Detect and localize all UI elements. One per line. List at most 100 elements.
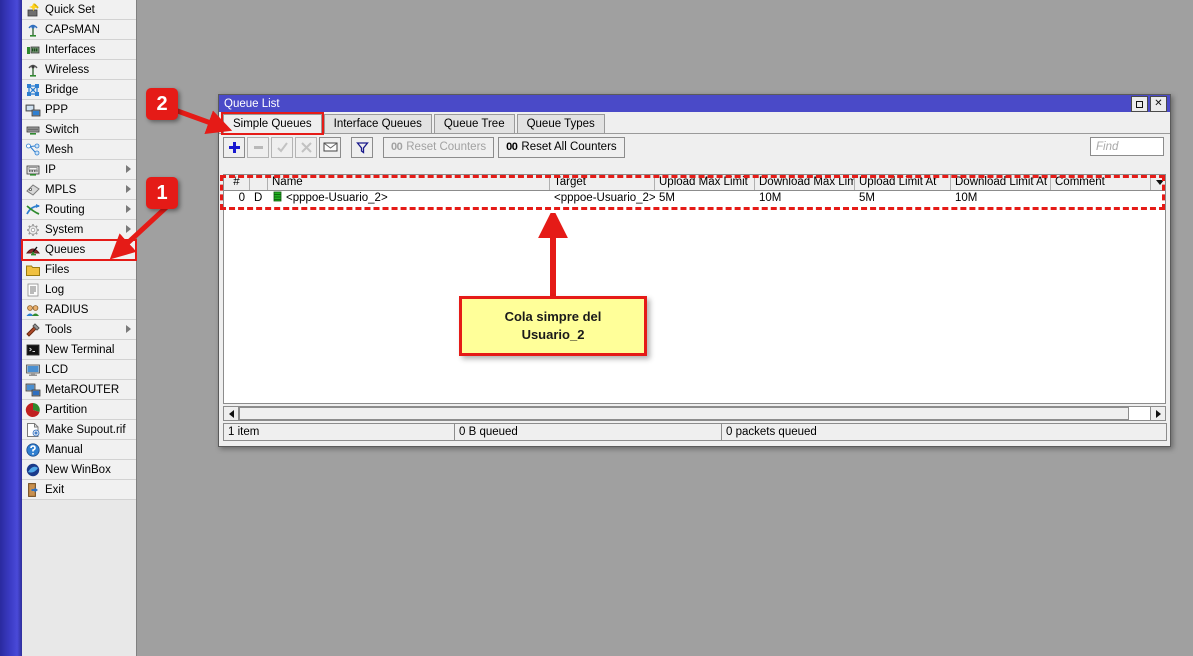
status-bar: 1 item 0 B queued 0 packets queued <box>223 423 1166 441</box>
metarouter-icon <box>25 382 41 398</box>
maximize-button[interactable] <box>1131 96 1148 112</box>
scrollbar-thumb[interactable] <box>239 407 1129 420</box>
tools-icon <box>25 322 41 338</box>
cell-upload-limit-at: 5M <box>855 191 951 206</box>
queues-icon <box>25 242 41 258</box>
sidebar-item-ip[interactable]: IP <box>22 160 136 180</box>
sidebar-item-new-winbox[interactable]: New WinBox <box>22 460 136 480</box>
sidebar-item-label: Quick Set <box>45 4 95 16</box>
sidebar-item-mpls[interactable]: MPLS <box>22 180 136 200</box>
sidebar-item-capsman[interactable]: CAPsMAN <box>22 20 136 40</box>
tab-interface-queues[interactable]: Interface Queues <box>324 114 432 133</box>
sidebar-item-partition[interactable]: Partition <box>22 400 136 420</box>
tab-queue-tree[interactable]: Queue Tree <box>434 114 515 133</box>
column-header-num[interactable]: # <box>224 175 250 190</box>
tab-simple-queues[interactable]: Simple Queues <box>223 114 322 133</box>
sidebar-item-label: New Terminal <box>45 344 114 356</box>
column-header-target[interactable]: Target <box>550 175 655 190</box>
sidebar-item-make-supout-rif[interactable]: Make Supout.rif <box>22 420 136 440</box>
cell-name: <pppoe-Usuario_2> <box>268 191 550 206</box>
column-header-upload-max-limit[interactable]: Upload Max Limit <box>655 175 755 190</box>
plus-icon <box>228 141 241 154</box>
column-header-download-max-limit[interactable]: Download Max Limit <box>755 175 855 190</box>
column-header-download-limit-at[interactable]: Download Limit At <box>951 175 1051 190</box>
enable-queue-button[interactable] <box>271 137 293 158</box>
sidebar-item-ppp[interactable]: PPP <box>22 100 136 120</box>
scroll-right-button[interactable] <box>1150 407 1165 420</box>
sidebar-item-label: Bridge <box>45 84 78 96</box>
cell-download-max-limit: 10M <box>755 191 855 206</box>
add-queue-button[interactable] <box>223 137 245 158</box>
cell-num: 0 <box>224 191 250 206</box>
sidebar-item-label: Mesh <box>45 144 73 156</box>
ip-icon <box>25 162 41 178</box>
sidebar-item-quick-set[interactable]: Quick Set <box>22 0 136 20</box>
sidebar-item-label: Queues <box>45 244 85 256</box>
remove-queue-button[interactable] <box>247 137 269 158</box>
cross-icon <box>300 141 313 154</box>
switch-icon <box>25 122 41 138</box>
column-chooser-button[interactable] <box>1151 175 1165 190</box>
reset-counters-button[interactable]: 00 Reset Counters <box>383 137 494 158</box>
new-winbox-icon <box>25 462 41 478</box>
sidebar-item-label: Wireless <box>45 64 89 76</box>
filter-button[interactable] <box>351 137 373 158</box>
log-icon <box>25 282 41 298</box>
sidebar-item-tools[interactable]: Tools <box>22 320 136 340</box>
manual-icon <box>25 442 41 458</box>
sidebar-item-queues[interactable]: Queues <box>22 240 136 260</box>
ppp-icon <box>25 102 41 118</box>
scrollbar-track[interactable] <box>239 407 1150 420</box>
tab-queue-types[interactable]: Queue Types <box>517 114 605 133</box>
sidebar-item-label: Files <box>45 264 69 276</box>
sidebar-item-wireless[interactable]: Wireless <box>22 60 136 80</box>
column-header-upload-limit-at[interactable]: Upload Limit At <box>855 175 951 190</box>
column-header-flags[interactable] <box>250 175 268 190</box>
sidebar-item-label: Partition <box>45 404 87 416</box>
system-icon <box>25 222 41 238</box>
scroll-left-button[interactable] <box>224 407 239 420</box>
log-icon <box>25 282 41 298</box>
sidebar-item-label: MPLS <box>45 184 76 196</box>
table-header-row: # NameTargetUpload Max LimitDownload Max … <box>224 175 1165 191</box>
sidebar-item-bridge[interactable]: Bridge <box>22 80 136 100</box>
column-header-comment[interactable]: Comment <box>1051 175 1151 190</box>
column-header-name[interactable]: Name <box>268 175 550 190</box>
status-bytes-queued: 0 B queued <box>454 423 722 441</box>
sidebar-item-log[interactable]: Log <box>22 280 136 300</box>
lcd-icon <box>25 362 41 378</box>
sidebar-item-metarouter[interactable]: MetaROUTER <box>22 380 136 400</box>
supout-icon <box>25 422 41 438</box>
sidebar-item-interfaces[interactable]: Interfaces <box>22 40 136 60</box>
sidebar-item-routing[interactable]: Routing <box>22 200 136 220</box>
check-icon <box>276 141 289 154</box>
queues-icon <box>25 242 41 258</box>
comment-button[interactable] <box>319 137 341 158</box>
mesh-icon <box>25 142 41 158</box>
horizontal-scrollbar[interactable] <box>223 406 1166 421</box>
sidebar-item-system[interactable]: System <box>22 220 136 240</box>
sidebar-item-files[interactable]: Files <box>22 260 136 280</box>
mesh-icon <box>25 142 41 158</box>
window-titlebar[interactable]: Queue List ✕ <box>219 95 1170 112</box>
chevron-down-icon <box>1156 180 1164 185</box>
sidebar-item-radius[interactable]: RADIUS <box>22 300 136 320</box>
sidebar-item-manual[interactable]: Manual <box>22 440 136 460</box>
sidebar-item-exit[interactable]: Exit <box>22 480 136 500</box>
reset-all-counters-label: Reset All Counters <box>521 141 616 153</box>
close-button[interactable]: ✕ <box>1150 96 1167 112</box>
sidebar-item-label: Exit <box>45 484 64 496</box>
search-input[interactable]: Find <box>1090 137 1164 156</box>
sidebar-item-lcd[interactable]: LCD <box>22 360 136 380</box>
sidebar-item-label: Manual <box>45 444 83 456</box>
submenu-arrow-icon <box>126 165 131 173</box>
sidebar-item-switch[interactable]: Switch <box>22 120 136 140</box>
disable-queue-button[interactable] <box>295 137 317 158</box>
close-icon: ✕ <box>1154 99 1162 109</box>
reset-all-counters-button[interactable]: 00 Reset All Counters <box>498 137 625 158</box>
metarouter-icon <box>25 382 41 398</box>
sidebar-item-new-terminal[interactable]: New Terminal <box>22 340 136 360</box>
terminal-icon <box>25 342 41 358</box>
sidebar-item-mesh[interactable]: Mesh <box>22 140 136 160</box>
table-row[interactable]: 0D<pppoe-Usuario_2><pppoe-Usuario_2>5M10… <box>224 191 1165 206</box>
